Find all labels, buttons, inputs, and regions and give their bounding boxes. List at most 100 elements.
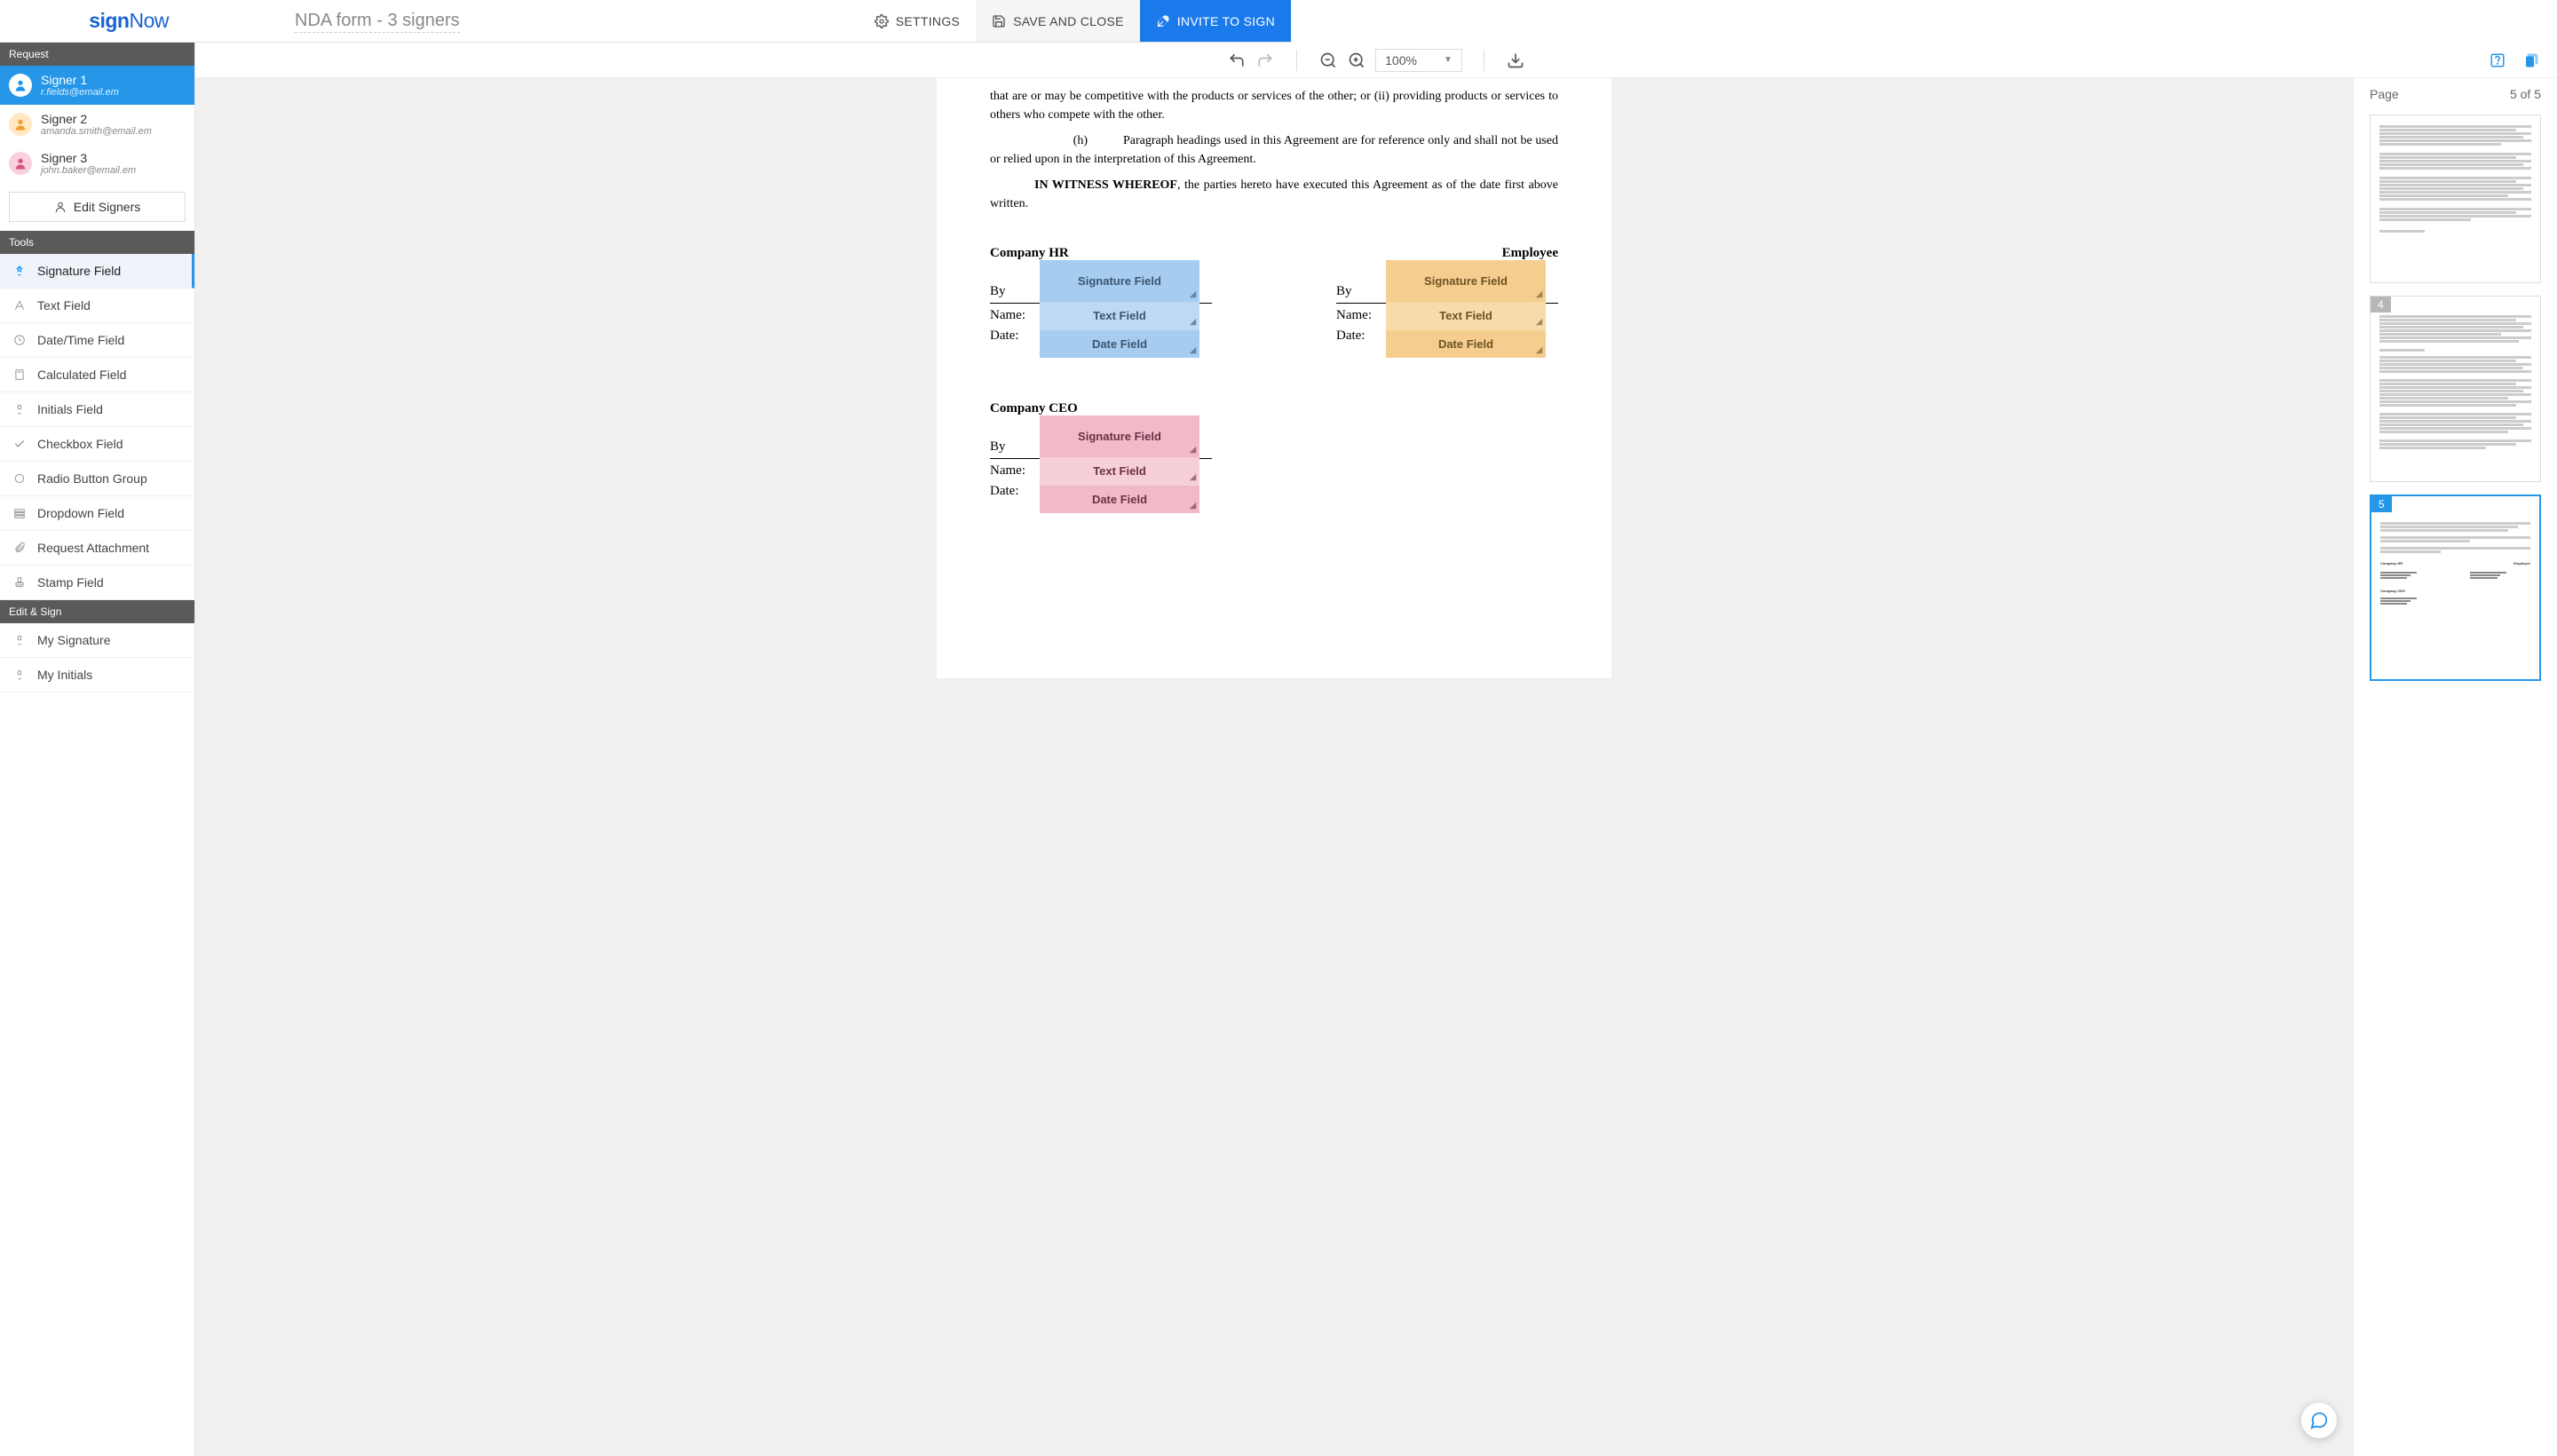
tool-label: Request Attachment — [37, 541, 149, 555]
signer-2[interactable]: Signer 2 amanda.smith@email.em — [0, 105, 194, 144]
signature-icon — [12, 633, 27, 647]
signature-block-hr: Signature Field◢ Text Field◢ Date Field◢… — [990, 281, 1212, 346]
text-field-hr[interactable]: Text Field◢ — [1040, 302, 1199, 330]
chat-support-button[interactable] — [2301, 1403, 2337, 1438]
by-label: By — [990, 284, 1006, 298]
paragraph: that are or may be competitive with the … — [990, 87, 1558, 124]
attachment-icon — [12, 541, 27, 555]
zoom-dropdown[interactable]: 100% ▼ — [1375, 49, 1462, 72]
signature-block-ceo: Signature Field◢ Text Field◢ Date Field◢… — [990, 437, 1212, 502]
signature-field-hr[interactable]: Signature Field◢ — [1040, 260, 1199, 303]
invite-to-sign-button[interactable]: INVITE TO SIGN — [1140, 0, 1291, 42]
edit-sign-section-header: Edit & Sign — [0, 600, 194, 623]
signature-field-employee[interactable]: Signature Field◢ — [1386, 260, 1546, 303]
toolbar-center: 100% ▼ — [1227, 49, 1525, 72]
tools-section-header: Tools — [0, 231, 194, 254]
tool-label: Radio Button Group — [37, 471, 147, 486]
redo-button[interactable] — [1255, 51, 1275, 70]
date-label: Date: — [1336, 328, 1365, 343]
signature-field-ceo[interactable]: Signature Field◢ — [1040, 415, 1199, 458]
undo-button[interactable] — [1227, 51, 1247, 70]
date-field-ceo[interactable]: Date Field◢ — [1040, 486, 1199, 514]
name-label: Name: — [1336, 308, 1372, 322]
tool-text-field[interactable]: Text Field — [0, 289, 194, 323]
page-counter: 5 of 5 — [2510, 87, 2541, 101]
clock-icon — [12, 333, 27, 347]
tool-stamp-field[interactable]: Stamp Field — [0, 566, 194, 600]
resize-handle-icon[interactable]: ◢ — [1190, 500, 1196, 512]
initials-icon — [12, 402, 27, 416]
signature-row-1: Company HR Signature Field◢ Text Field◢ … — [990, 222, 1558, 345]
chevron-down-icon: ▼ — [1444, 55, 1453, 65]
request-section-header: Request — [0, 43, 194, 66]
thumb-preview — [2378, 304, 2533, 452]
witness-bold: IN WITNESS WHEREOF — [1034, 178, 1177, 192]
resize-handle-icon[interactable]: ◢ — [1190, 471, 1196, 484]
editor-toolbar: 100% ▼ — [195, 43, 2557, 78]
tool-initials-field[interactable]: Initials Field — [0, 392, 194, 427]
resize-handle-icon[interactable]: ◢ — [1190, 344, 1196, 357]
sig-col-employee: Employee Signature Field◢ Text Field◢ Da… — [1336, 222, 1558, 345]
resize-handle-icon[interactable]: ◢ — [1190, 289, 1196, 301]
ceo-field-stack: Signature Field◢ Text Field◢ Date Field◢ — [1040, 415, 1199, 514]
brand-part2: Now — [129, 9, 169, 32]
signer-3[interactable]: Signer 3 john.baker@email.em — [0, 144, 194, 183]
text-field-employee[interactable]: Text Field◢ — [1386, 302, 1546, 330]
signer-info: Signer 1 r.fields@email.em — [41, 73, 119, 98]
thumb-preview: Company HREmployee Company CEO — [2379, 503, 2532, 607]
by-label: By — [1336, 284, 1352, 298]
signer-email: r.fields@email.em — [41, 87, 119, 98]
tool-checkbox-field[interactable]: Checkbox Field — [0, 427, 194, 462]
tool-dropdown-field[interactable]: Dropdown Field — [0, 496, 194, 531]
tool-request-attachment[interactable]: Request Attachment — [0, 531, 194, 566]
avatar-icon — [9, 74, 32, 97]
text-field-ceo[interactable]: Text Field◢ — [1040, 457, 1199, 486]
clause-letter: (h) — [990, 131, 1123, 150]
zoom-out-button[interactable] — [1318, 51, 1338, 70]
download-button[interactable] — [1506, 51, 1525, 70]
resize-handle-icon[interactable]: ◢ — [1536, 316, 1542, 328]
signer-1[interactable]: Signer 1 r.fields@email.em — [0, 66, 194, 105]
dropdown-icon — [12, 506, 27, 520]
date-label: Date: — [990, 328, 1018, 343]
tool-label: My Signature — [37, 633, 110, 647]
thumb-number: 5 — [2371, 496, 2392, 512]
initials-icon — [12, 668, 27, 682]
signature-row-2: Company CEO Signature Field◢ Text Field◢… — [990, 399, 1558, 501]
signer-info: Signer 2 amanda.smith@email.em — [41, 112, 152, 137]
brand-part1: sign — [89, 9, 129, 32]
tool-date-field[interactable]: Date/Time Field — [0, 323, 194, 358]
page-thumbnail-5[interactable]: 5 Company HREmployee Company CEO — [2370, 495, 2541, 681]
zoom-in-button[interactable] — [1347, 51, 1366, 70]
help-button[interactable] — [2488, 51, 2507, 70]
settings-button[interactable]: SETTINGS — [859, 0, 976, 42]
text-icon — [12, 298, 27, 313]
save-close-button[interactable]: SAVE AND CLOSE — [976, 0, 1140, 42]
page-thumbnail-4[interactable]: 4 — [2370, 296, 2541, 482]
document-canvas[interactable]: that are or may be competitive with the … — [195, 78, 2353, 1456]
edit-signers-label: Edit Signers — [74, 200, 140, 214]
tool-signature-field[interactable]: Signature Field — [0, 254, 194, 289]
date-field-employee[interactable]: Date Field◢ — [1386, 330, 1546, 359]
tool-label: My Initials — [37, 668, 92, 682]
resize-handle-icon[interactable]: ◢ — [1536, 289, 1542, 301]
document-title[interactable]: NDA form - 3 signers — [295, 11, 460, 33]
thumb-preview — [2378, 123, 2533, 235]
save-icon — [992, 14, 1006, 28]
tool-my-initials[interactable]: My Initials — [0, 658, 194, 692]
tool-label: Stamp Field — [37, 575, 104, 590]
pages-toggle-button[interactable] — [2521, 51, 2541, 70]
tool-calculated-field[interactable]: Calculated Field — [0, 358, 194, 392]
tool-radio-group[interactable]: Radio Button Group — [0, 462, 194, 496]
resize-handle-icon[interactable]: ◢ — [1190, 316, 1196, 328]
name-label: Name: — [990, 463, 1025, 478]
page-thumbnail-3[interactable] — [2370, 115, 2541, 283]
tool-label: Dropdown Field — [37, 506, 124, 520]
edit-signers-button[interactable]: Edit Signers — [9, 192, 186, 222]
signer-name: Signer 1 — [41, 73, 119, 87]
date-field-hr[interactable]: Date Field◢ — [1040, 330, 1199, 359]
thumbnail-panel: Page 5 of 5 « ‹ › » 4 — [2353, 78, 2557, 1456]
tool-my-signature[interactable]: My Signature — [0, 623, 194, 658]
resize-handle-icon[interactable]: ◢ — [1190, 444, 1196, 456]
resize-handle-icon[interactable]: ◢ — [1536, 344, 1542, 357]
